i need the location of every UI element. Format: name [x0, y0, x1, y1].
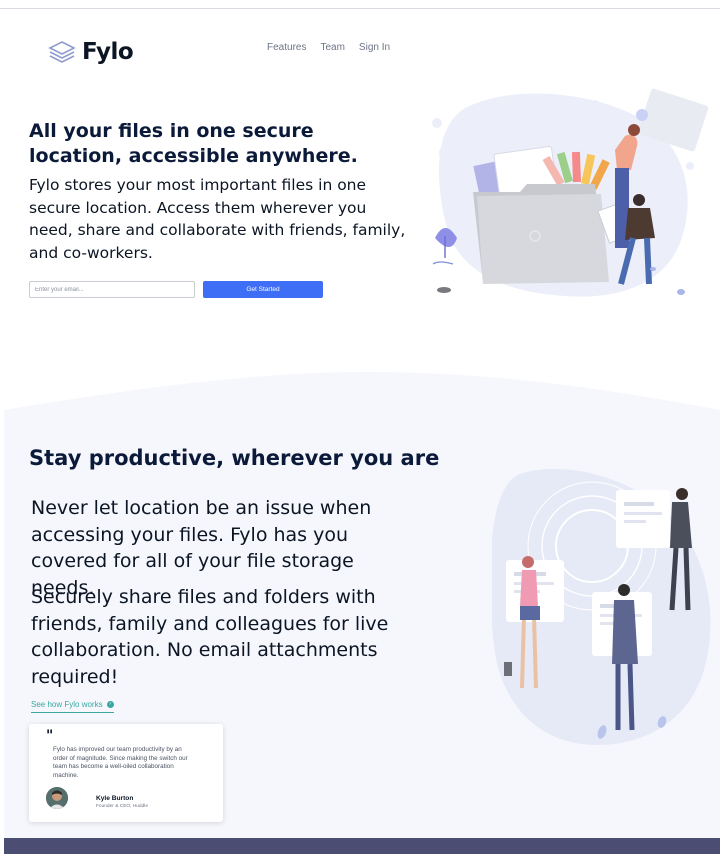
hero-title: All your files in one secure location, a… — [29, 120, 358, 167]
testimonial-name: Kyle Burton — [96, 795, 134, 802]
see-how-link-label: See how Fylo works — [31, 700, 103, 709]
avatar-photo-icon — [46, 787, 68, 809]
quote-icon: " — [46, 728, 54, 744]
stack-logo-icon — [48, 41, 76, 63]
testimonial-role: Founder & CEO, Huddle — [96, 804, 148, 809]
nav-sign-in[interactable]: Sign In — [359, 42, 390, 53]
testimonial-text: Fylo has improved our team productivity … — [53, 746, 188, 780]
email-input[interactable] — [29, 281, 195, 298]
nav-team[interactable]: Team — [320, 42, 344, 53]
avatar — [46, 787, 68, 809]
section-wave — [4, 371, 720, 434]
productive-title: Stay productive, wherever you are — [29, 446, 440, 470]
main-nav: Features Team Sign In — [267, 42, 404, 53]
collaboration-illustration — [492, 468, 711, 745]
brand-logo[interactable]: Fylo — [48, 38, 134, 66]
get-started-button[interactable]: Get Started — [203, 281, 323, 298]
productive-paragraph-2: Securely share files and folders with fr… — [31, 586, 389, 688]
see-how-fylo-works-link[interactable]: See how Fylo works › — [31, 700, 114, 713]
arrow-right-icon: › — [106, 701, 114, 708]
hero-description: Fylo stores your most important files in… — [29, 176, 406, 262]
footer-band — [4, 838, 720, 854]
top-divider — [0, 8, 720, 9]
testimonial-card: " Fylo has improved our team productivit… — [29, 724, 223, 822]
nav-features[interactable]: Features — [267, 42, 306, 53]
hero-illustration — [432, 88, 709, 297]
brand-name: Fylo — [82, 39, 134, 65]
